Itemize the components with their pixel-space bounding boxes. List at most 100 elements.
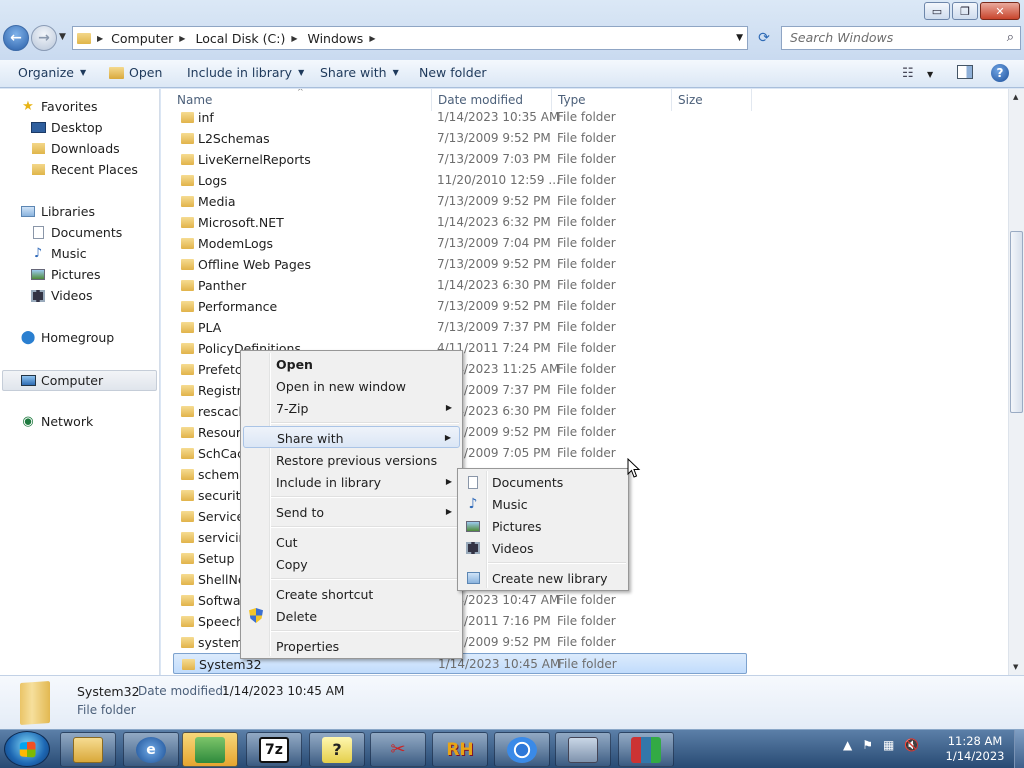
submenu-pictures[interactable]: Pictures (460, 515, 626, 537)
organize-button[interactable]: Organize ▼ (18, 65, 86, 80)
table-row[interactable]: Logs 11/20/2010 12:59 ... File folder (173, 170, 747, 191)
scroll-up-icon[interactable]: ▲ (1013, 93, 1018, 101)
breadcrumb-windows[interactable]: Windows ▶ (304, 31, 382, 46)
show-desktop-button[interactable] (1014, 730, 1024, 768)
address-dropdown-icon[interactable]: ▼ (736, 33, 743, 43)
menu-7zip[interactable]: 7-Zip ▶ (243, 397, 460, 419)
taskbar-explorer[interactable] (60, 732, 116, 767)
search-icon[interactable]: ⌕ (1007, 30, 1014, 45)
tray-expand-icon[interactable]: ▲ (843, 738, 852, 752)
menu-open-new-window[interactable]: Open in new window (243, 375, 460, 397)
folder-icon (181, 112, 194, 123)
table-row[interactable]: Media 7/13/2009 9:52 PM File folder (173, 191, 747, 212)
submenu-music[interactable]: ♪ Music (460, 493, 626, 515)
breadcrumb-chevron-icon[interactable]: ▶ (179, 34, 185, 43)
nav-recent-places[interactable]: Recent Places (30, 162, 138, 177)
table-row[interactable]: L2Schemas 7/13/2009 9:52 PM File folder (173, 128, 747, 149)
forward-button[interactable]: → (31, 25, 57, 51)
address-bar[interactable]: ▶ Computer ▶ Local Disk (C:) ▶ Windows ▶ ▼ (72, 26, 748, 50)
table-row[interactable]: PLA 7/13/2009 7:37 PM File folder (173, 317, 747, 338)
view-options-dropdown-icon[interactable]: ▼ (927, 70, 933, 79)
nav-favorites[interactable]: ★ Favorites (20, 99, 97, 114)
table-row[interactable]: Panther 1/14/2023 6:30 PM File folder (173, 275, 747, 296)
nav-pictures[interactable]: Pictures (30, 267, 101, 282)
nav-homegroup[interactable]: ⬤ Homegroup (20, 330, 115, 345)
nav-downloads[interactable]: Downloads (30, 141, 120, 156)
menu-properties[interactable]: Properties (243, 635, 460, 657)
window-controls: ▭ ❐ ✕ (922, 2, 1020, 20)
menu-cut[interactable]: Cut (243, 531, 460, 553)
vertical-scrollbar[interactable]: ▲ ▼ (1008, 89, 1024, 675)
column-header-name[interactable]: Name (177, 93, 212, 107)
taskbar-app-users[interactable] (182, 732, 238, 767)
table-row[interactable]: inf 1/14/2023 10:35 AM File folder (173, 107, 747, 128)
column-header-date-modified[interactable]: Date modified (438, 93, 523, 107)
taskbar-app-snipping[interactable]: ✂ (370, 732, 426, 767)
open-button[interactable]: Open (109, 65, 162, 80)
recent-pages-dropdown[interactable]: ▼ (59, 32, 66, 42)
submenu-videos[interactable]: Videos (460, 537, 626, 559)
row-name: Speech (198, 614, 245, 629)
refresh-icon[interactable]: ⟳ (752, 27, 776, 49)
nav-music[interactable]: ♪ Music (30, 246, 87, 261)
column-divider[interactable] (751, 89, 752, 111)
menu-open[interactable]: Open (243, 353, 460, 375)
menu-delete[interactable]: Delete (243, 605, 460, 627)
folder-icon (181, 364, 194, 375)
taskbar-app-rh[interactable]: RH (432, 732, 488, 767)
share-with-button[interactable]: Share with ▼ (320, 65, 399, 80)
row-date: 1/14/2023 10:35 AM (437, 110, 560, 124)
nav-libraries[interactable]: Libraries (20, 204, 95, 219)
nav-documents[interactable]: Documents (30, 225, 122, 240)
taskbar-app-winrar[interactable] (618, 732, 674, 767)
breadcrumb-computer[interactable]: Computer ▶ (107, 31, 191, 46)
submenu-create-new-library[interactable]: Create new library (460, 567, 626, 589)
menu-restore-previous-versions[interactable]: Restore previous versions (243, 449, 460, 471)
start-button[interactable] (4, 731, 50, 767)
scroll-down-icon[interactable]: ▼ (1013, 663, 1018, 671)
minimize-button[interactable]: ▭ (924, 2, 950, 20)
taskbar-app-globe[interactable]: e (123, 732, 179, 767)
nav-computer[interactable]: Computer (2, 370, 157, 391)
taskbar-7zip[interactable]: 7z (246, 732, 302, 767)
table-row[interactable]: LiveKernelReports 7/13/2009 7:03 PM File f… (173, 149, 747, 170)
menu-include-in-library[interactable]: Include in library ▶ (243, 471, 460, 493)
volume-muted-icon[interactable]: 🔇 (904, 738, 919, 752)
menu-copy[interactable]: Copy (243, 553, 460, 575)
breadcrumb-local-disk[interactable]: Local Disk (C:) ▶ (191, 31, 303, 46)
table-row[interactable]: Performance 7/13/2009 9:52 PM File folder (173, 296, 747, 317)
menu-send-to[interactable]: Send to ▶ (243, 501, 460, 523)
breadcrumb-chevron-icon[interactable]: ▶ (369, 34, 375, 43)
nav-videos[interactable]: Videos (30, 288, 93, 303)
action-center-flag-icon[interactable]: ⚑ (862, 738, 873, 752)
submenu-documents[interactable]: Documents (460, 471, 626, 493)
column-header-type[interactable]: Type (558, 93, 586, 107)
breadcrumb-chevron-icon[interactable]: ▶ (97, 34, 103, 43)
clock[interactable]: 11:28 AM 1/14/2023 (940, 734, 1010, 764)
preview-pane-icon[interactable] (957, 65, 973, 79)
nav-network[interactable]: ◉ Network (20, 414, 93, 429)
nav-desktop[interactable]: Desktop (30, 120, 103, 135)
include-in-library-button[interactable]: Include in library ▼ (187, 65, 304, 80)
menu-create-shortcut[interactable]: Create shortcut (243, 583, 460, 605)
help-icon[interactable]: ? (991, 64, 1009, 82)
back-button[interactable]: ← (3, 25, 29, 51)
scrollbar-thumb[interactable] (1010, 231, 1023, 413)
seven-zip-icon: 7z (259, 736, 289, 763)
menu-share-with[interactable]: Share with ▶ (243, 426, 460, 448)
maximize-button[interactable]: ❐ (952, 2, 978, 20)
taskbar-app-computer[interactable] (555, 732, 611, 767)
taskbar-app-chrome[interactable] (494, 732, 550, 767)
network-tray-icon[interactable]: ▦ (883, 738, 894, 752)
search-input[interactable]: Search Windows ⌕ (781, 26, 1021, 50)
new-folder-button[interactable]: New folder (419, 65, 487, 80)
row-type: File folder (557, 362, 616, 376)
column-header-size[interactable]: Size (678, 93, 703, 107)
breadcrumb-chevron-icon[interactable]: ▶ (291, 34, 297, 43)
table-row[interactable]: Microsoft.NET 1/14/2023 6:32 PM File folde… (173, 212, 747, 233)
table-row[interactable]: Offline Web Pages 7/13/2009 9:52 PM File f… (173, 254, 747, 275)
table-row[interactable]: ModemLogs 7/13/2009 7:04 PM File folder (173, 233, 747, 254)
view-options-icon[interactable]: ☷ (902, 66, 914, 81)
taskbar-app-help[interactable]: ? (309, 732, 365, 767)
close-button[interactable]: ✕ (980, 2, 1020, 20)
